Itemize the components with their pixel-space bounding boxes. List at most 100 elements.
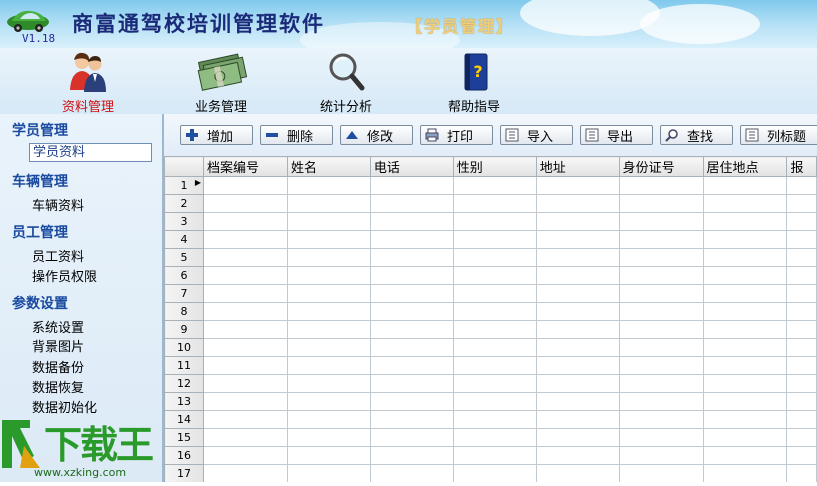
column-header-phone[interactable]: 电话 (369, 156, 454, 177)
table-row[interactable]: 3 (164, 212, 817, 231)
table-cell[interactable] (203, 374, 288, 393)
row-number-cell[interactable]: 3 (164, 212, 205, 231)
table-cell[interactable] (535, 230, 620, 249)
table-cell[interactable] (702, 248, 788, 267)
nav-group-vehicles[interactable]: 车辆管理 (12, 171, 68, 191)
export-button[interactable]: 导出 (580, 125, 653, 145)
table-row[interactable]: 7 (164, 284, 817, 303)
table-cell[interactable] (618, 194, 704, 213)
table-cell[interactable] (452, 356, 537, 375)
table-cell[interactable] (786, 392, 817, 411)
table-cell[interactable] (286, 248, 371, 267)
table-cell[interactable] (286, 338, 371, 357)
table-cell[interactable] (618, 374, 704, 393)
table-cell[interactable] (286, 356, 371, 375)
nav-item-staff-records[interactable]: 员工资料 (32, 246, 84, 265)
table-cell[interactable] (369, 176, 454, 195)
import-button[interactable]: 导入 (500, 125, 573, 145)
table-cell[interactable] (786, 428, 817, 447)
table-cell[interactable] (786, 446, 817, 465)
table-cell[interactable] (369, 284, 454, 303)
table-cell[interactable] (786, 410, 817, 429)
column-header-gender[interactable]: 性别 (452, 156, 537, 177)
row-number-cell[interactable]: 17 (164, 464, 205, 482)
table-cell[interactable] (286, 266, 371, 285)
column-header-archive-no[interactable]: 档案编号 (203, 156, 288, 177)
column-header-address[interactable]: 地址 (535, 156, 620, 177)
table-cell[interactable] (369, 266, 454, 285)
table-cell[interactable] (535, 194, 620, 213)
table-cell[interactable] (369, 320, 454, 339)
table-cell[interactable] (203, 212, 288, 231)
nav-item-system-settings[interactable]: 系统设置 (32, 317, 84, 336)
table-cell[interactable] (786, 302, 817, 321)
table-cell[interactable] (452, 428, 537, 447)
table-cell[interactable] (286, 230, 371, 249)
table-cell[interactable] (203, 446, 288, 465)
table-cell[interactable] (702, 464, 788, 482)
table-cell[interactable] (786, 284, 817, 303)
table-cell[interactable] (286, 446, 371, 465)
table-cell[interactable] (535, 302, 620, 321)
table-cell[interactable] (452, 446, 537, 465)
table-cell[interactable] (203, 176, 288, 195)
table-cell[interactable] (702, 338, 788, 357)
nav-group-settings[interactable]: 参数设置 (12, 293, 68, 313)
column-header-truncated[interactable]: 报 (786, 156, 817, 177)
table-cell[interactable] (786, 266, 817, 285)
table-cell[interactable] (535, 464, 620, 482)
row-number-cell[interactable]: 16 (164, 446, 205, 465)
table-cell[interactable] (535, 320, 620, 339)
table-row[interactable]: 9 (164, 320, 817, 339)
table-cell[interactable] (702, 320, 788, 339)
table-cell[interactable] (203, 266, 288, 285)
table-cell[interactable] (535, 248, 620, 267)
table-cell[interactable] (286, 320, 371, 339)
row-number-cell[interactable]: 15 (164, 428, 205, 447)
row-number-cell[interactable]: 13 (164, 392, 205, 411)
row-number-cell[interactable]: 7 (164, 284, 205, 303)
nav-item-student-records[interactable]: 学员资料 (29, 143, 152, 162)
table-cell[interactable] (452, 212, 537, 231)
table-cell[interactable] (535, 212, 620, 231)
table-cell[interactable] (452, 320, 537, 339)
table-row[interactable]: 11 (164, 356, 817, 375)
table-cell[interactable] (535, 266, 620, 285)
table-cell[interactable] (452, 230, 537, 249)
table-cell[interactable] (286, 392, 371, 411)
row-number-cell[interactable]: 5 (164, 248, 205, 267)
table-cell[interactable] (618, 320, 704, 339)
table-cell[interactable] (452, 284, 537, 303)
table-cell[interactable] (535, 392, 620, 411)
row-number-cell[interactable]: 14 (164, 410, 205, 429)
table-cell[interactable] (452, 302, 537, 321)
table-cell[interactable] (203, 320, 288, 339)
table-cell[interactable] (702, 212, 788, 231)
table-cell[interactable] (702, 392, 788, 411)
table-cell[interactable] (203, 428, 288, 447)
table-cell[interactable] (702, 374, 788, 393)
student-data-grid[interactable]: 档案编号 姓名 电话 性别 地址 身份证号 居住地点 报 12345678910… (164, 156, 817, 482)
row-number-cell[interactable]: 4 (164, 230, 205, 249)
table-cell[interactable] (452, 374, 537, 393)
table-cell[interactable] (786, 320, 817, 339)
nav-item-data-restore[interactable]: 数据恢复 (32, 377, 84, 396)
table-row[interactable]: 13 (164, 392, 817, 411)
table-cell[interactable] (286, 176, 371, 195)
table-cell[interactable] (702, 302, 788, 321)
table-row[interactable]: 12 (164, 374, 817, 393)
table-row[interactable]: 2 (164, 194, 817, 213)
table-cell[interactable] (286, 464, 371, 482)
table-cell[interactable] (786, 176, 817, 195)
table-cell[interactable] (203, 248, 288, 267)
table-cell[interactable] (618, 410, 704, 429)
table-cell[interactable] (452, 266, 537, 285)
table-cell[interactable] (369, 428, 454, 447)
table-cell[interactable] (286, 374, 371, 393)
add-button[interactable]: 增加 (180, 125, 253, 145)
table-row[interactable]: 17 (164, 464, 817, 482)
edit-button[interactable]: 修改 (340, 125, 413, 145)
table-cell[interactable] (786, 464, 817, 482)
table-cell[interactable] (535, 338, 620, 357)
nav-item-vehicle-records[interactable]: 车辆资料 (32, 195, 84, 214)
